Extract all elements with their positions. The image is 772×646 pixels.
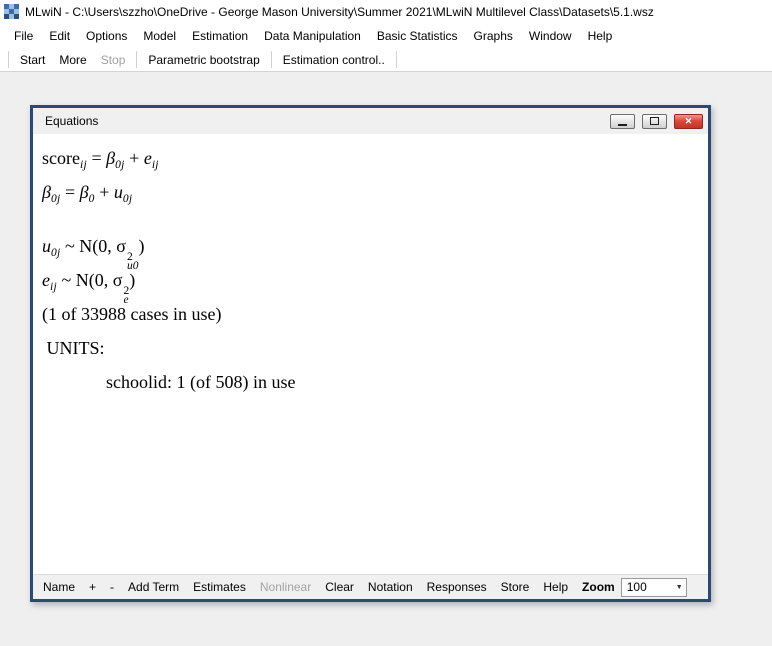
menu-item-help[interactable]: Help — [580, 25, 621, 47]
toolbar-separator — [396, 51, 397, 68]
zoom-label: Zoom — [575, 580, 619, 594]
eq-toolbar-button-plus[interactable]: + — [82, 580, 103, 594]
menu-item-estimation[interactable]: Estimation — [184, 25, 256, 47]
equations-content: scoreij = β0j + eijβ0j = β0 + u0j u0j ~ N… — [33, 134, 708, 574]
equation-line: β0j = β0 + u0j — [42, 175, 704, 209]
mdi-client-area: Equations ✕ scoreij = β0j + eijβ0j = β0 … — [0, 72, 772, 646]
equation-line: scoreij = β0j + eij — [42, 141, 704, 175]
equation-line: eij ~ N(0, σ2e) — [42, 263, 704, 297]
zoom-combobox[interactable]: 100 ▼ — [621, 578, 687, 597]
equation-line: (1 of 33988 cases in use) — [42, 297, 704, 331]
toolbar-button-stop: Stop — [94, 50, 133, 70]
chevron-down-icon[interactable]: ▼ — [673, 579, 686, 596]
toolbar-button-start[interactable]: Start — [13, 50, 52, 70]
restore-button[interactable] — [642, 114, 667, 129]
minimize-icon — [618, 124, 627, 126]
close-button[interactable]: ✕ — [674, 114, 703, 129]
title-bar: MLwiN - C:\Users\szzho\OneDrive - George… — [0, 0, 772, 23]
toolbar-gripper — [8, 51, 9, 68]
zoom-value: 100 — [622, 580, 673, 594]
menu-bar: File Edit Options Model Estimation Data … — [0, 23, 772, 48]
toolbar-button-more[interactable]: More — [52, 50, 93, 70]
app-icon — [4, 4, 19, 19]
eq-toolbar-button-minus[interactable]: - — [103, 580, 121, 594]
eq-toolbar-button-responses[interactable]: Responses — [420, 580, 494, 594]
mlwin-window: MLwiN - C:\Users\szzho\OneDrive - George… — [0, 0, 772, 646]
minimize-button[interactable] — [610, 114, 635, 129]
menu-item-basic-statistics[interactable]: Basic Statistics — [369, 25, 466, 47]
toolbar-button-estimation-control[interactable]: Estimation control.. — [276, 50, 392, 70]
eq-toolbar-button-estimates[interactable]: Estimates — [186, 580, 253, 594]
eq-toolbar-button-nonlinear: Nonlinear — [253, 580, 318, 594]
restore-icon — [650, 117, 659, 125]
main-toolbar: Start More Stop Parametric bootstrap Est… — [0, 48, 772, 72]
eq-toolbar-button-clear[interactable]: Clear — [318, 580, 361, 594]
equation-line — [42, 209, 704, 229]
window-title: MLwiN - C:\Users\szzho\OneDrive - George… — [25, 5, 654, 19]
equation-line: schoolid: 1 (of 508) in use — [42, 365, 704, 399]
equation-line: u0j ~ N(0, σ2u0) — [42, 229, 704, 263]
equation-line: UNITS: — [42, 331, 704, 365]
toolbar-button-parametric-bootstrap[interactable]: Parametric bootstrap — [141, 50, 266, 70]
equations-toolbar: Name + - Add Term Estimates Nonlinear Cl… — [33, 574, 708, 599]
eq-toolbar-button-notation[interactable]: Notation — [361, 580, 420, 594]
toolbar-separator — [136, 51, 137, 68]
menu-item-window[interactable]: Window — [521, 25, 580, 47]
toolbar-separator — [271, 51, 272, 68]
eq-toolbar-button-name[interactable]: Name — [36, 580, 82, 594]
menu-item-data-manipulation[interactable]: Data Manipulation — [256, 25, 369, 47]
equations-title-bar[interactable]: Equations ✕ — [33, 108, 708, 134]
equations-window: Equations ✕ scoreij = β0j + eijβ0j = β0 … — [30, 105, 711, 602]
equations-window-title: Equations — [45, 114, 603, 128]
menu-item-graphs[interactable]: Graphs — [466, 25, 521, 47]
eq-toolbar-button-help[interactable]: Help — [536, 580, 575, 594]
close-icon: ✕ — [685, 117, 693, 126]
eq-toolbar-button-store[interactable]: Store — [494, 580, 537, 594]
menu-item-file[interactable]: File — [6, 25, 41, 47]
menu-item-options[interactable]: Options — [78, 25, 135, 47]
eq-toolbar-button-add-term[interactable]: Add Term — [121, 580, 186, 594]
menu-item-edit[interactable]: Edit — [41, 25, 78, 47]
menu-item-model[interactable]: Model — [135, 25, 184, 47]
